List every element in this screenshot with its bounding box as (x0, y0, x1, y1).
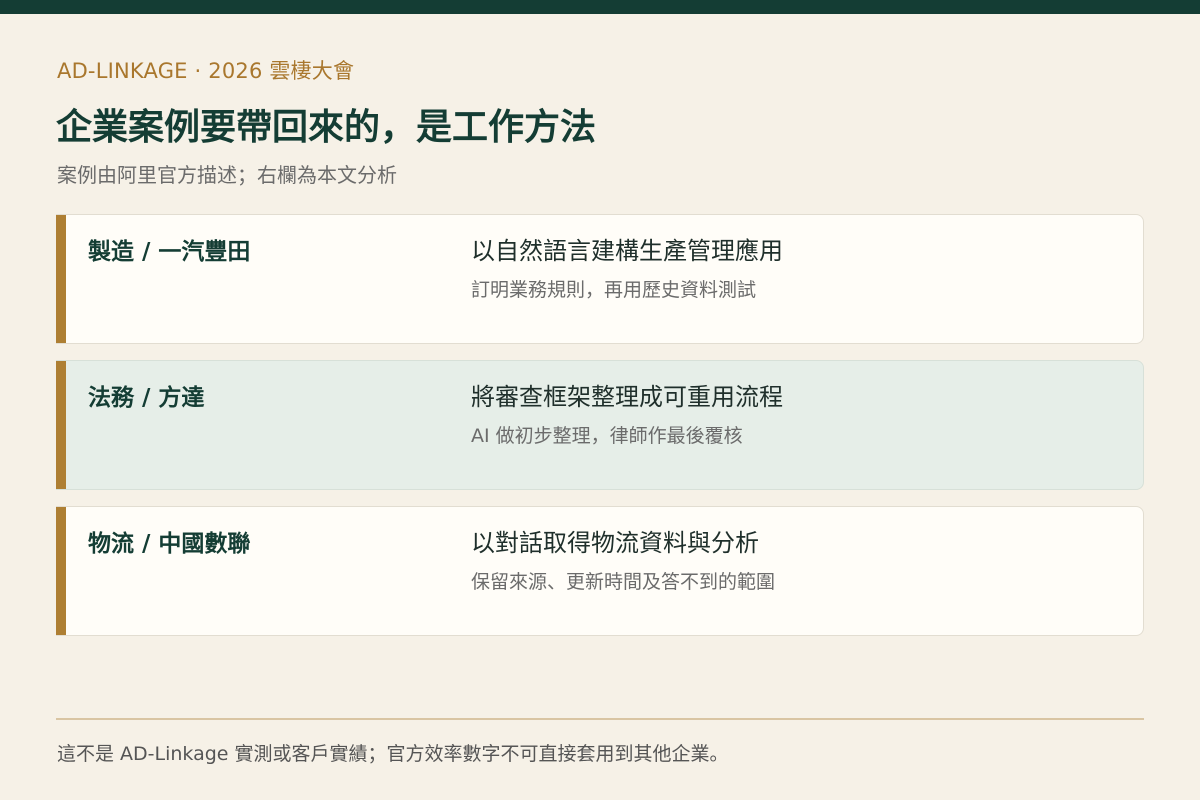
page-title: 企業案例要帶回來的，是工作方法 (56, 107, 597, 148)
eyebrow-label: AD-LINKAGE · 2026 雲棲大會 (57, 59, 355, 83)
case-description: 以對話取得物流資料與分析 (471, 529, 759, 557)
top-bar (0, 0, 1200, 14)
card-accent-bar (56, 361, 66, 489)
case-card-logistics: 物流 / 中國數聯 以對話取得物流資料與分析 保留來源、更新時間及答不到的範圍 (56, 506, 1144, 636)
case-description: 以自然語言建構生產管理應用 (471, 237, 783, 265)
case-card-manufacturing: 製造 / 一汽豐田 以自然語言建構生產管理應用 訂明業務規則，再用歷史資料測試 (56, 214, 1144, 344)
card-accent-bar (56, 215, 66, 343)
case-card-legal: 法務 / 方達 將審查框架整理成可重用流程 AI 做初步整理，律師作最後覆核 (56, 360, 1144, 490)
case-note: AI 做初步整理，律師作最後覆核 (471, 425, 743, 447)
case-note: 保留來源、更新時間及答不到的範圍 (471, 571, 776, 593)
case-title: 法務 / 方達 (88, 385, 205, 411)
case-note: 訂明業務規則，再用歷史資料測試 (471, 279, 757, 301)
case-description: 將審查框架整理成可重用流程 (471, 383, 783, 411)
footer-divider (56, 718, 1144, 720)
case-title: 製造 / 一汽豐田 (88, 239, 251, 265)
page-subtitle: 案例由阿里官方描述；右欄為本文分析 (57, 163, 397, 187)
case-title: 物流 / 中國數聯 (88, 531, 251, 557)
footer-disclaimer: 這不是 AD-Linkage 實測或客戶實績；官方效率數字不可直接套用到其他企業… (57, 743, 729, 765)
card-accent-bar (56, 507, 66, 635)
